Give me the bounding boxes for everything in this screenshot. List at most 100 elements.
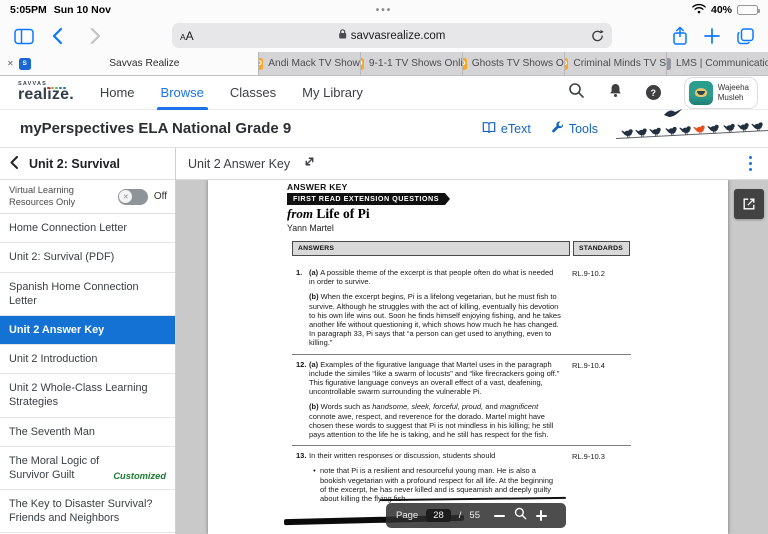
browser-tab-ghosts-tv-shows-o[interactable]: HDGhosts TV Shows O... <box>462 52 564 75</box>
answer-row: 12.(a) Examples of the figurative langua… <box>292 355 631 447</box>
total-pages: 55 <box>469 510 480 521</box>
nav-my-library[interactable]: My Library <box>302 76 363 110</box>
sidebar-item-the-key-to-disaster-survival-friends-and-neighbors[interactable]: The Key to Disaster Survival? Friends an… <box>0 490 175 533</box>
expand-icon[interactable] <box>303 155 316 173</box>
tab-label: Criminal Minds TV S... <box>573 58 666 69</box>
sidebar-item-label: Unit 2 Introduction <box>9 352 166 366</box>
status-date: Sun 10 Nov <box>54 4 111 16</box>
zoom-out-icon[interactable] <box>494 515 505 517</box>
zoom-in-icon[interactable] <box>536 510 547 521</box>
avatar <box>689 81 713 105</box>
nav-home[interactable]: Home <box>100 76 135 110</box>
search-icon[interactable] <box>568 82 585 104</box>
browser-tab-andi-mack-tv-show[interactable]: HDAndi Mack TV Show... <box>258 52 360 75</box>
tab-close-icon[interactable]: ✕ <box>7 59 14 68</box>
sidebar-item-label: Unit 2 Answer Key <box>9 323 166 337</box>
address-bar[interactable]: AA savvasrealize.com <box>172 23 612 48</box>
standard-code: RL.9-10.3 <box>572 451 605 503</box>
reader-options-button[interactable]: AA <box>180 27 194 45</box>
sidebar-item-the-moral-logic-of-survivor-guilt[interactable]: The Moral Logic of Survivor GuiltCustomi… <box>0 447 175 490</box>
battery-icon <box>737 5 758 15</box>
back-chevron-icon[interactable] <box>10 156 18 172</box>
pdf-page: ANSWER KEY FIRST READ EXTENSION QUESTION… <box>208 180 728 534</box>
current-page-input[interactable]: 28 <box>426 509 451 522</box>
browser-tab-criminal-minds-tv-s[interactable]: HD Criminal Minds TV S... <box>564 52 666 75</box>
answer-number: 1. <box>292 268 309 348</box>
toggle-state: Off <box>154 191 167 202</box>
pdf-page-toolbar: Page 28 / 55 <box>386 503 566 528</box>
url-text: savvasrealize.com <box>351 30 446 42</box>
sidebar-item-label: Home Connection Letter <box>9 221 166 235</box>
sidebar-item-the-seventh-man[interactable]: The Seventh Man <box>0 418 175 447</box>
nav-classes[interactable]: Classes <box>230 76 276 110</box>
virtual-resources-toggle-row: Virtual Learning Resources Only ✕ Off <box>0 180 175 214</box>
sidebar-item-unit-2-survival-pdf[interactable]: Unit 2: Survival (PDF) <box>0 243 175 272</box>
browser-tab-bar: ✕SSavvas RealizeHDAndi Mack TV Show...HD… <box>0 52 768 76</box>
sidebar-item-unit-2-answer-key[interactable]: Unit 2 Answer Key <box>0 316 175 345</box>
tab-label: 9-1-1 TV Shows Onli... <box>369 58 462 69</box>
tab-favicon: S <box>19 58 31 70</box>
user-menu[interactable]: Wajeeha Musleh <box>684 77 758 109</box>
virtual-resources-toggle[interactable]: ✕ <box>118 189 148 205</box>
sidebar-item-label: Spanish Home Connection Letter <box>9 280 166 308</box>
browser-tab-9-1-1-tv-shows-onli[interactable]: HD 9-1-1 TV Shows Onli... <box>360 52 462 75</box>
refresh-icon[interactable] <box>591 29 604 43</box>
new-tab-icon[interactable] <box>704 28 720 44</box>
back-button[interactable] <box>52 27 63 45</box>
lock-icon <box>339 29 347 42</box>
magnifier-icon[interactable] <box>514 507 527 525</box>
answer-paragraph: (a) Examples of the figurative language … <box>309 360 561 397</box>
tab-label: Ghosts TV Shows O... <box>472 58 564 69</box>
answer-paragraph: (a) A possible theme of the excerpt is t… <box>309 268 561 286</box>
lesson-sidebar: Unit 2: Survival Virtual Learning Resour… <box>0 148 176 534</box>
birds-on-wire-illustration <box>612 107 768 150</box>
help-icon[interactable]: ? <box>646 85 661 100</box>
toggle-label: Virtual Learning Resources Only <box>9 185 112 208</box>
forward-button[interactable] <box>90 27 101 45</box>
browser-tab-lms-communication[interactable]: S LMS | Communication <box>666 52 768 75</box>
sidebar-item-label: Unit 2: Survival (PDF) <box>9 250 166 264</box>
answer-paragraph: In their written responses or discussion… <box>309 451 561 460</box>
pdf-selection-title: from Life of Pi <box>287 206 370 222</box>
content-area: Unit 2: Survival Virtual Learning Resour… <box>0 148 768 534</box>
answer-paragraph: (b) When the excerpt begins, Pi is a lif… <box>309 292 561 347</box>
sidebar-item-unit-2-whole-class-learning-strategies[interactable]: Unit 2 Whole-Class Learning Strategies <box>0 374 175 417</box>
answer-body: (a) A possible theme of the excerpt is t… <box>309 268 561 348</box>
open-annotation-tools-button[interactable] <box>734 189 764 219</box>
safari-toolbar: AA savvasrealize.com <box>0 20 768 52</box>
tab-label: Savvas Realize <box>109 58 179 69</box>
page-label: Page <box>396 510 418 521</box>
answer-number: 13. <box>292 451 309 503</box>
tab-favicon: HD <box>360 58 364 70</box>
etext-button[interactable]: eText <box>482 121 531 137</box>
browser-tab-savvas-realize[interactable]: ✕ S Savvas Realize <box>0 52 258 75</box>
tab-favicon: S <box>666 58 671 70</box>
notifications-bell-icon[interactable] <box>608 82 623 104</box>
share-icon[interactable] <box>672 26 688 46</box>
tab-overview-icon[interactable] <box>737 28 754 45</box>
sidebar-item-label: The Key to Disaster Survival? Friends an… <box>9 497 166 525</box>
tab-label: Andi Mack TV Show... <box>268 58 360 69</box>
savvas-realize-logo[interactable]: SAVVAS realize. <box>18 82 74 104</box>
tab-favicon: HD <box>564 58 568 70</box>
answer-body: In their written responses or discussion… <box>309 451 561 503</box>
nav-browse[interactable]: Browse <box>161 76 204 110</box>
screen: 5:05PM Sun 10 Nov ••• 40% AA <box>0 0 768 534</box>
sidebar-toggle-icon[interactable] <box>14 28 34 45</box>
sidebar-item-label: Unit 2 Whole-Class Learning Strategies <box>9 381 166 409</box>
standard-code: RL.9-10.4 <box>572 360 605 440</box>
status-ellipsis: ••• <box>376 5 393 16</box>
more-options-menu-icon[interactable] <box>745 154 757 174</box>
document-title: Unit 2 Answer Key <box>188 157 290 171</box>
ios-status-bar: 5:05PM Sun 10 Nov ••• 40% <box>0 0 768 20</box>
answer-number: 12. <box>292 360 309 440</box>
sidebar-item-unit-2-introduction[interactable]: Unit 2 Introduction <box>0 345 175 374</box>
tab-label: LMS | Communication <box>676 58 768 69</box>
pdf-answer-rows: 1.(a) A possible theme of the excerpt is… <box>292 263 631 509</box>
battery-percent: 40% <box>711 4 732 16</box>
sidebar-item-spanish-home-connection-letter[interactable]: Spanish Home Connection Letter <box>0 273 175 316</box>
sidebar-item-home-connection-letter[interactable]: Home Connection Letter <box>0 214 175 243</box>
pdf-viewer: ANSWER KEY FIRST READ EXTENSION QUESTION… <box>176 180 768 534</box>
tools-button[interactable]: Tools <box>551 121 598 137</box>
logo-dots <box>47 87 66 90</box>
